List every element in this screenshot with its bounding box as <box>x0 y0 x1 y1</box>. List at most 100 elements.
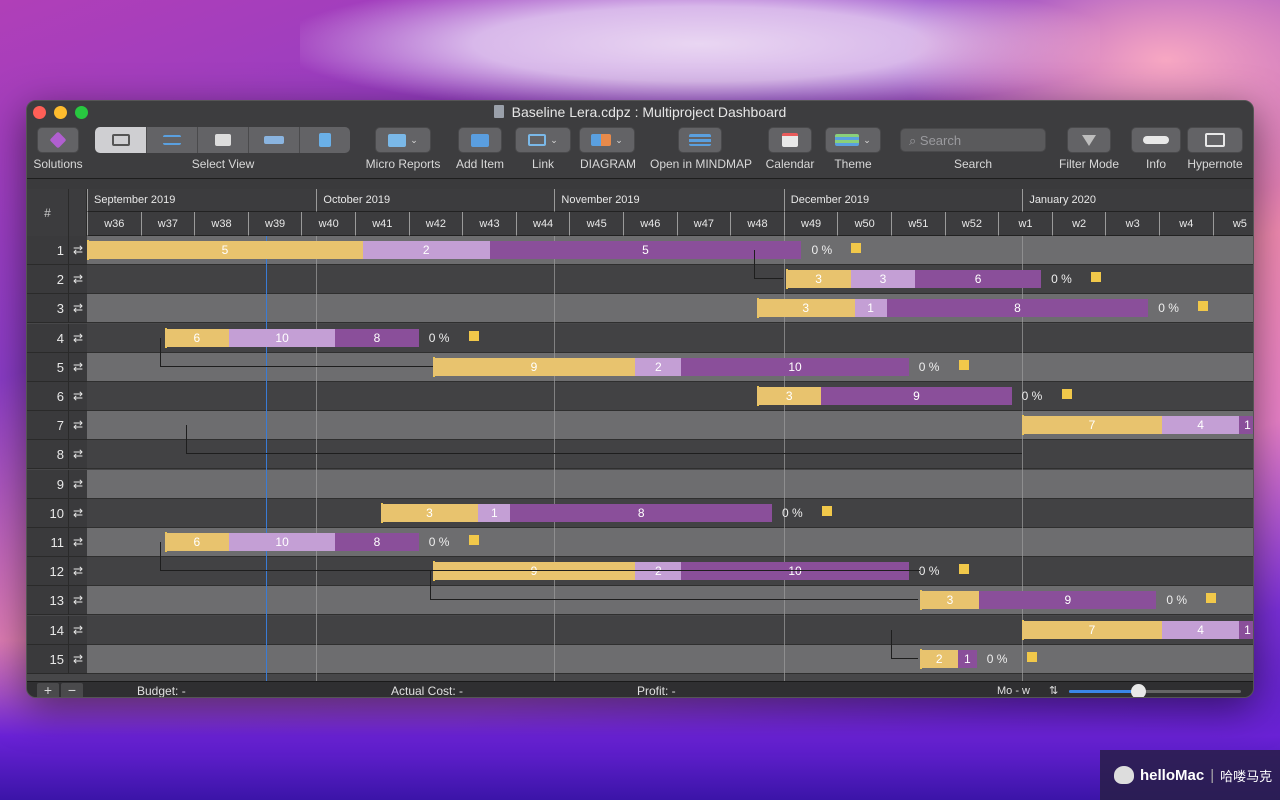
link-type-icon[interactable]: ⇄ <box>69 586 87 616</box>
add-item-button[interactable] <box>458 127 502 153</box>
milestone-marker[interactable] <box>468 330 479 341</box>
search-input[interactable]: ⌕ Search <box>900 128 1046 152</box>
milestone-marker[interactable] <box>1206 593 1217 604</box>
row-number[interactable]: 7 <box>27 411 69 441</box>
row-number[interactable]: 1 <box>27 236 69 265</box>
diagram-button[interactable]: ⌄ <box>579 127 635 153</box>
view-tasks-button[interactable] <box>147 127 198 153</box>
task-bar-segment[interactable]: 4 <box>1161 416 1240 435</box>
task-bar-segment[interactable]: 1 <box>478 503 511 522</box>
task-bar-segment[interactable]: 9 <box>979 591 1157 610</box>
milestone-marker[interactable] <box>851 243 862 253</box>
row-number[interactable]: 6 <box>27 382 69 411</box>
task-bar-segment[interactable]: 3 <box>380 503 479 522</box>
task-bar-segment[interactable]: 9 <box>432 357 636 376</box>
link-type-icon[interactable]: ⇄ <box>69 644 87 674</box>
row-number[interactable]: 14 <box>27 615 69 645</box>
row-number[interactable]: 11 <box>27 528 69 557</box>
select-view-segmented[interactable] <box>95 127 350 153</box>
link-button[interactable]: ⌄ <box>515 127 571 153</box>
row-number[interactable]: 12 <box>27 557 69 587</box>
theme-button[interactable]: ⌄ <box>825 127 881 153</box>
open-mindmap-button[interactable] <box>678 127 722 153</box>
gantt-row[interactable] <box>87 382 1253 411</box>
milestone-marker[interactable] <box>1061 389 1072 399</box>
add-item-label: Add Item <box>455 157 505 171</box>
task-bar-segment[interactable]: 2 <box>920 649 958 668</box>
task-bar-segment[interactable]: 3 <box>920 591 980 610</box>
scale-stepper-icon[interactable]: ⇅ <box>1049 683 1058 697</box>
task-bar-segment[interactable]: 8 <box>886 299 1149 318</box>
row-number[interactable]: 2 <box>27 265 69 295</box>
link-type-icon[interactable]: ⇄ <box>69 557 87 587</box>
task-bar-segment[interactable]: 3 <box>757 387 822 405</box>
task-bar-segment[interactable]: 1 <box>1239 416 1253 435</box>
milestone-marker[interactable] <box>1026 651 1037 662</box>
task-bar-segment[interactable]: 3 <box>757 299 855 318</box>
milestone-marker[interactable] <box>822 505 832 516</box>
task-bar-segment[interactable]: 9 <box>821 387 1012 405</box>
report-view-icon <box>319 133 331 147</box>
task-bar-segment[interactable]: 7 <box>1022 620 1162 639</box>
task-bar-segment[interactable]: 1 <box>1239 620 1253 639</box>
filter-mode-button[interactable] <box>1067 127 1111 153</box>
task-bar-segment[interactable]: 7 <box>1022 416 1162 435</box>
task-bar-segment[interactable]: 5 <box>87 241 364 259</box>
link-type-icon[interactable]: ⇄ <box>69 440 87 470</box>
task-bar-segment[interactable]: 1 <box>854 299 887 318</box>
gantt-row[interactable] <box>87 469 1253 499</box>
link-type-icon[interactable]: ⇄ <box>69 265 87 295</box>
gantt-row[interactable] <box>87 644 1253 674</box>
view-report-button[interactable] <box>300 127 350 153</box>
link-type-icon[interactable]: ⇄ <box>69 236 87 265</box>
row-number[interactable]: 15 <box>27 644 69 674</box>
row-number[interactable]: 5 <box>27 352 69 382</box>
task-bar-segment[interactable]: 4 <box>1161 620 1240 639</box>
link-type-icon[interactable]: ⇄ <box>69 498 87 528</box>
task-bar-segment[interactable]: 3 <box>850 270 916 289</box>
row-number[interactable]: 3 <box>27 294 69 324</box>
solutions-button[interactable] <box>37 127 79 153</box>
task-bar-segment[interactable]: 8 <box>510 503 772 522</box>
zoom-slider[interactable] <box>1069 684 1241 697</box>
link-type-icon[interactable]: ⇄ <box>69 469 87 499</box>
row-number[interactable]: 4 <box>27 323 69 353</box>
link-type-icon[interactable]: ⇄ <box>69 352 87 382</box>
info-button[interactable] <box>1131 127 1181 153</box>
milestone-marker[interactable] <box>1091 272 1102 283</box>
milestone-marker[interactable] <box>958 359 969 370</box>
dependency-link <box>754 250 783 280</box>
link-type-icon[interactable]: ⇄ <box>69 382 87 411</box>
calendar-button[interactable] <box>768 127 812 153</box>
milestone-marker[interactable] <box>958 564 969 575</box>
remove-row-button[interactable]: − <box>61 683 83 697</box>
row-number-header: # <box>27 189 69 236</box>
micro-reports-button[interactable]: ⌄ <box>375 127 431 153</box>
link-type-icon[interactable]: ⇄ <box>69 323 87 353</box>
link-type-icon[interactable]: ⇄ <box>69 294 87 324</box>
view-assignments-button[interactable] <box>249 127 300 153</box>
row-number[interactable]: 8 <box>27 440 69 470</box>
task-bar-segment[interactable]: 6 <box>915 270 1042 289</box>
hypernote-button[interactable] <box>1187 127 1243 153</box>
task-bar-segment[interactable]: 1 <box>958 649 977 668</box>
zoom-slider-knob[interactable] <box>1130 684 1146 697</box>
row-number[interactable]: 9 <box>27 469 69 499</box>
link-type-icon[interactable]: ⇄ <box>69 411 87 441</box>
link-type-icon[interactable]: ⇄ <box>69 528 87 557</box>
task-bar-segment[interactable]: 3 <box>786 270 851 289</box>
task-bar-segment[interactable]: 2 <box>363 241 490 259</box>
app-window: Baseline Lera.cdpz : Multiproject Dashbo… <box>26 100 1254 698</box>
link-type-icon[interactable]: ⇄ <box>69 615 87 645</box>
resources-view-icon <box>215 134 231 146</box>
view-gantt-button[interactable] <box>95 127 147 153</box>
view-resources-button[interactable] <box>198 127 249 153</box>
dependency-link <box>186 425 1023 455</box>
gantt-row[interactable] <box>87 265 1253 295</box>
row-number[interactable]: 10 <box>27 498 69 528</box>
task-bar-segment[interactable]: 2 <box>635 357 682 376</box>
add-row-button[interactable]: + <box>37 683 59 697</box>
task-bar-segment[interactable]: 10 <box>681 357 909 376</box>
milestone-marker[interactable] <box>1198 301 1209 312</box>
row-number[interactable]: 13 <box>27 586 69 616</box>
